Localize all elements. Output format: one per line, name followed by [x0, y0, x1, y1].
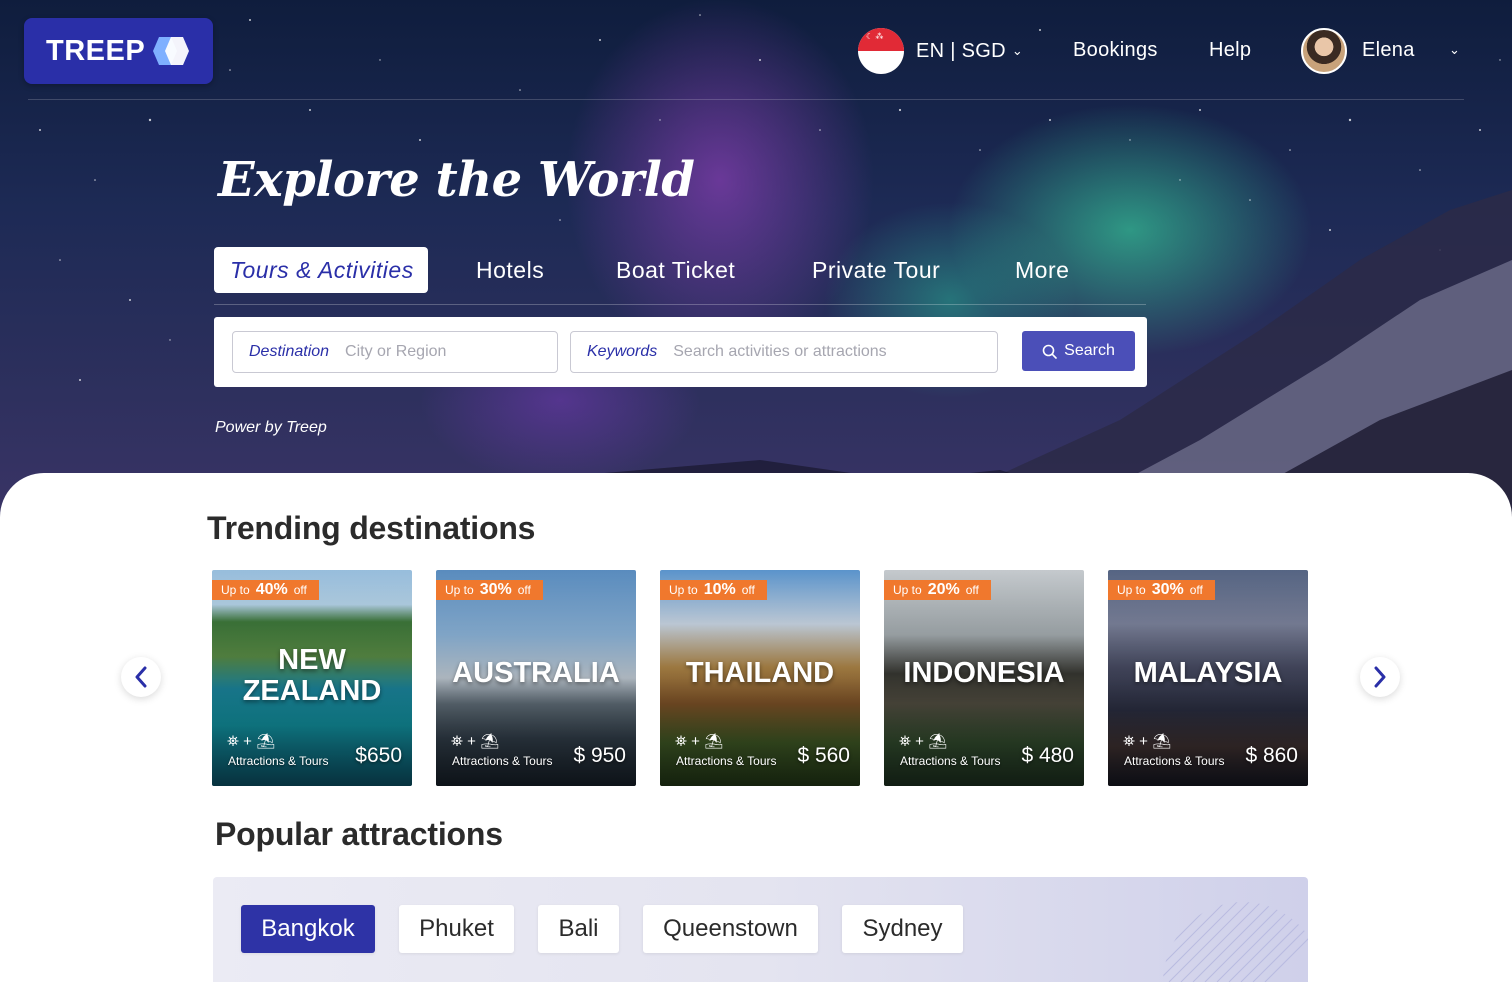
- chevron-right-icon: [1374, 666, 1386, 688]
- singapore-flag-icon: ☾ ⁂: [858, 28, 904, 74]
- logo-hexagon-icon: [153, 37, 190, 65]
- card-price: $ 480: [1021, 744, 1074, 767]
- trending-destinations-title: Trending destinations: [207, 510, 536, 546]
- card-category: Attractions & Tours: [676, 754, 777, 768]
- popular-attractions-title: Popular attractions: [215, 816, 503, 852]
- city-chip-queenstown[interactable]: Queenstown: [643, 905, 818, 953]
- search-panel: Destination Keywords Search: [214, 317, 1147, 387]
- city-chip-sydney[interactable]: Sydney: [842, 905, 963, 953]
- chevron-left-icon: [135, 666, 147, 688]
- chevron-down-icon: ⌄: [1011, 43, 1023, 58]
- language-currency-selector[interactable]: ☾ ⁂ EN | SGD ⌄: [858, 28, 1023, 74]
- discount-badge: Up to 40% off: [212, 580, 319, 600]
- destination-field[interactable]: Destination: [232, 331, 558, 373]
- card-category: Attractions & Tours: [900, 754, 1001, 768]
- carousel-next-button[interactable]: [1360, 657, 1400, 697]
- tab-tours-activities[interactable]: Tours & Activities: [214, 247, 428, 293]
- discount-badge: Up to 30% off: [1108, 580, 1215, 600]
- tab-divider: [214, 304, 1146, 305]
- destination-input[interactable]: [345, 343, 546, 361]
- keywords-field[interactable]: Keywords: [570, 331, 998, 373]
- destination-card-new-zealand[interactable]: Up to 40% off NEW ZEALAND ⛯ + ⛱ Attraction…: [212, 570, 412, 786]
- keywords-input[interactable]: [673, 343, 984, 361]
- powered-by-text: Power by Treep: [215, 419, 327, 436]
- attractions-tours-icon: ⛯ + ⛱: [1123, 733, 1172, 750]
- destination-name: INDONESIA: [903, 657, 1065, 689]
- city-chip-phuket[interactable]: Phuket: [399, 905, 514, 953]
- destination-card-australia[interactable]: Up to 30% off AUSTRALIA ⛯ + ⛱ Attractions …: [436, 570, 636, 786]
- card-category: Attractions & Tours: [1124, 754, 1225, 768]
- destination-card-thailand[interactable]: Up to 10% off THAILAND ⛯ + ⛱ Attractions &…: [660, 570, 860, 786]
- discount-badge: Up to 10% off: [660, 580, 767, 600]
- decorative-stripes: [1163, 902, 1308, 982]
- keywords-label: Keywords: [587, 343, 658, 360]
- hero-headline: Explore the World: [218, 152, 695, 208]
- tab-private-tour[interactable]: Private Tour: [812, 247, 940, 293]
- attractions-tours-icon: ⛯ + ⛱: [675, 733, 724, 750]
- destination-name: THAILAND: [685, 657, 835, 689]
- destination-card-malaysia[interactable]: Up to 30% off MALAYSIA ⛯ + ⛱ Attractions &…: [1108, 570, 1308, 786]
- search-icon: [1042, 344, 1057, 359]
- popular-attractions-panel: Bangkok Phuket Bali Queenstown Sydney: [213, 877, 1308, 982]
- destination-label: Destination: [249, 343, 330, 360]
- nav-help-link[interactable]: Help: [1209, 39, 1251, 62]
- destination-name: MALAYSIA: [1133, 657, 1283, 689]
- destination-name: NEW ZEALAND: [242, 644, 382, 707]
- tab-hotels[interactable]: Hotels: [476, 247, 544, 293]
- card-price: $650: [355, 744, 402, 767]
- language-currency-label: EN | SGD: [916, 39, 1006, 62]
- discount-badge: Up to 30% off: [436, 580, 543, 600]
- card-category: Attractions & Tours: [228, 754, 329, 768]
- destination-name: AUSTRALIA: [452, 657, 620, 689]
- user-menu-chevron-icon[interactable]: ⌄: [1449, 42, 1460, 58]
- tab-boat-ticket[interactable]: Boat Ticket: [616, 247, 735, 293]
- search-button-label: Search: [1064, 342, 1115, 359]
- city-chip-bali[interactable]: Bali: [538, 905, 619, 953]
- city-chip-bangkok[interactable]: Bangkok: [241, 905, 375, 953]
- carousel-prev-button[interactable]: [121, 657, 161, 697]
- discount-badge: Up to 20% off: [884, 580, 991, 600]
- destination-card-indonesia[interactable]: Up to 20% off INDONESIA ⛯ + ⛱ Attractions …: [884, 570, 1084, 786]
- nav-divider: [28, 99, 1464, 100]
- nav-bookings-link[interactable]: Bookings: [1073, 39, 1158, 62]
- card-category: Attractions & Tours: [452, 754, 553, 768]
- attractions-tours-icon: ⛯ + ⛱: [227, 733, 276, 750]
- card-price: $ 950: [573, 744, 626, 767]
- treep-logo[interactable]: TREEP: [24, 18, 213, 84]
- card-price: $ 860: [1245, 744, 1298, 767]
- user-avatar[interactable]: [1301, 28, 1347, 74]
- logo-text: TREEP: [46, 34, 146, 67]
- attractions-tours-icon: ⛯ + ⛱: [899, 733, 948, 750]
- attractions-tours-icon: ⛯ + ⛱: [451, 733, 500, 750]
- user-name[interactable]: Elena: [1362, 39, 1415, 62]
- search-button[interactable]: Search: [1022, 331, 1135, 371]
- tab-more[interactable]: More: [1015, 247, 1069, 293]
- card-price: $ 560: [797, 744, 850, 767]
